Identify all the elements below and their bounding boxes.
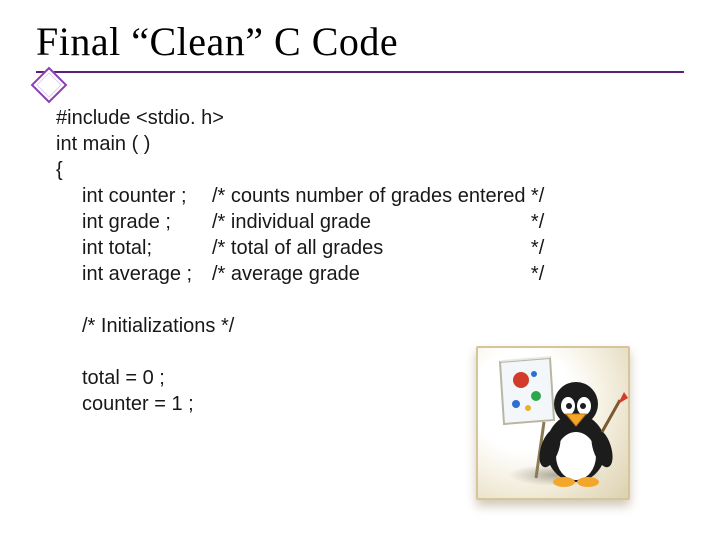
comment-open: /*: [212, 211, 231, 233]
slide: Final “Clean” C Code #include <stdio. h>…: [0, 0, 720, 540]
illustration: [476, 346, 630, 500]
slide-title: Final “Clean” C Code: [0, 0, 720, 65]
comment-open: /*: [212, 263, 231, 285]
comment-close: */: [531, 235, 544, 261]
code-line: #include <stdio. h>: [56, 107, 224, 129]
comment-close: */: [531, 209, 544, 235]
declaration: int total;: [82, 235, 212, 261]
penguin-painting-icon: [478, 348, 628, 498]
declaration: int grade ;: [82, 209, 212, 235]
code-line: int total;/* total of all grades*/: [56, 237, 544, 259]
statement: counter = 1 ;: [82, 393, 194, 415]
comment-text: individual grade: [231, 209, 531, 235]
code-line: int average ;/* average grade*/: [56, 263, 544, 285]
code-line: counter = 1 ;: [56, 393, 194, 415]
code-line: /* Initializations */: [56, 315, 234, 337]
declaration: int counter ;: [82, 183, 212, 209]
comment-text: average grade: [231, 261, 531, 287]
comment-close: */: [531, 183, 544, 209]
comment-open: /*: [212, 185, 231, 207]
comment-text: total of all grades: [231, 235, 531, 261]
code-line: int main ( ): [56, 133, 150, 155]
comment-text: counts number of grades entered: [231, 183, 531, 209]
statement: total = 0 ;: [82, 367, 165, 389]
declaration: int average ;: [82, 261, 212, 287]
comment-close: */: [531, 261, 544, 287]
comment-text: /* Initializations */: [82, 315, 234, 337]
code-line: int counter ;/* counts number of grades …: [56, 185, 544, 207]
code-line: int grade ;/* individual grade*/: [56, 211, 544, 233]
code-line: {: [56, 159, 63, 181]
code-line: total = 0 ;: [56, 367, 165, 389]
comment-open: /*: [212, 237, 231, 259]
